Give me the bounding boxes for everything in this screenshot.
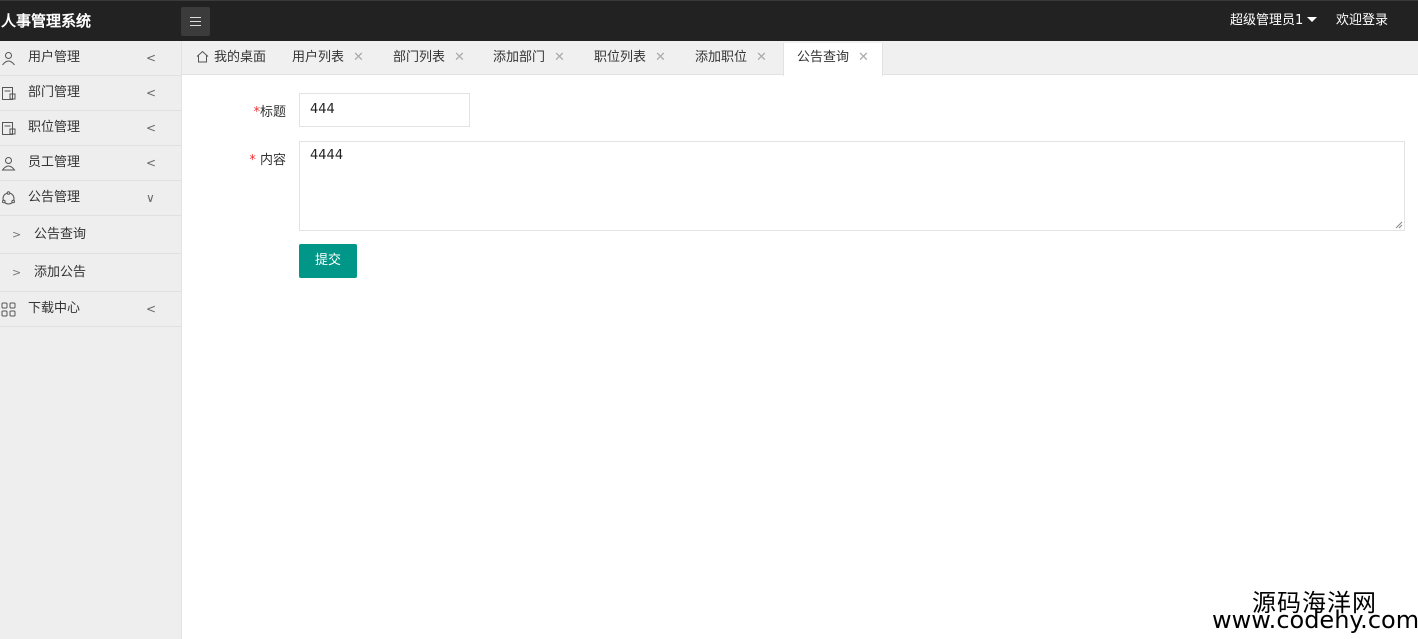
sidebar-subitem-add-notice[interactable]: > 添加公告 <box>0 254 181 292</box>
content-label-text: 内容 <box>259 153 286 168</box>
content-label: * 内容 <box>196 149 286 168</box>
chevron-left-icon: < <box>146 302 157 316</box>
tab-add-department[interactable]: 添加部门 ✕ <box>493 43 565 75</box>
close-icon[interactable]: ✕ <box>655 50 666 65</box>
sidebar-item-positions[interactable]: 职位管理 < <box>0 111 181 146</box>
tab-label: 公告查询 <box>797 50 850 65</box>
chevron-right-icon: > <box>12 228 22 241</box>
tab-add-position[interactable]: 添加职位 ✕ <box>695 43 767 75</box>
tab-desktop[interactable]: 我的桌面 <box>196 43 266 75</box>
submit-button[interactable]: 提交 <box>299 244 357 278</box>
close-icon[interactable]: ✕ <box>756 50 767 65</box>
sidebar-item-label: 职位管理 <box>28 120 81 135</box>
app-title: 人事管理系统 <box>1 12 92 30</box>
sidebar-item-downloads[interactable]: 下载中心 < <box>0 292 181 327</box>
title-label-text: 标题 <box>259 105 286 120</box>
sidebar-item-employees[interactable]: 员工管理 < <box>0 146 181 181</box>
chevron-left-icon: < <box>146 51 157 65</box>
close-icon[interactable]: ✕ <box>454 50 465 65</box>
close-icon[interactable]: ✕ <box>353 50 364 65</box>
user-icon <box>2 52 15 66</box>
sidebar-subitem-label: 公告查询 <box>34 227 87 242</box>
sidebar-item-label: 部门管理 <box>28 85 81 100</box>
sidebar: 用户管理 < 部门管理 < 职位管理 < 员工管理 < 公告管理 ∨ > 公告查… <box>0 41 182 639</box>
welcome-link[interactable]: 欢迎登录 <box>1336 1 1388 42</box>
tab-bar: 我的桌面 用户列表 ✕ 部门列表 ✕ 添加部门 ✕ 职位列表 ✕ 添加职位 ✕ 公告查询 ✕ <box>182 41 1418 76</box>
close-icon[interactable]: ✕ <box>554 50 565 65</box>
content-textarea[interactable]: 4444 <box>299 141 1405 231</box>
content-value: 4444 <box>310 148 344 163</box>
sidebar-item-label: 公告管理 <box>28 190 81 205</box>
user-menu[interactable]: 超级管理员1 <box>1230 1 1318 42</box>
user-name: 超级管理员1 <box>1230 13 1304 28</box>
tab-label: 我的桌面 <box>214 50 267 65</box>
chevron-down-icon: ∨ <box>146 191 155 205</box>
chevron-right-icon: > <box>12 266 22 279</box>
home-icon <box>196 50 209 63</box>
caret-down-icon <box>1307 17 1318 22</box>
sidebar-item-notices[interactable]: 公告管理 ∨ <box>0 181 181 216</box>
menu-toggle-button[interactable] <box>181 7 210 36</box>
employee-icon <box>1 157 16 171</box>
tab-label: 添加部门 <box>493 50 546 65</box>
title-input[interactable]: 444 <box>299 93 470 127</box>
sidebar-item-departments[interactable]: 部门管理 < <box>0 76 181 111</box>
chevron-left-icon: < <box>146 156 157 170</box>
notice-icon <box>2 191 15 205</box>
resize-grip-icon[interactable] <box>1395 221 1403 229</box>
grid-icon <box>1 302 16 317</box>
tab-position-list[interactable]: 职位列表 ✕ <box>594 43 666 75</box>
position-icon <box>2 122 16 135</box>
watermark-url: www.codehy.com <box>1212 606 1418 634</box>
tab-label: 用户列表 <box>292 50 345 65</box>
sidebar-item-label: 用户管理 <box>28 50 81 65</box>
tab-label: 添加职位 <box>695 50 748 65</box>
tab-label: 职位列表 <box>594 50 647 65</box>
chevron-left-icon: < <box>146 121 157 135</box>
tab-user-list[interactable]: 用户列表 ✕ <box>292 43 364 75</box>
sidebar-item-label: 员工管理 <box>28 155 81 170</box>
sidebar-subitem-notice-query[interactable]: > 公告查询 <box>0 216 181 254</box>
tab-label: 部门列表 <box>393 50 446 65</box>
tab-notice-query[interactable]: 公告查询 ✕ <box>783 43 883 76</box>
sidebar-item-users[interactable]: 用户管理 < <box>0 41 181 76</box>
chevron-left-icon: < <box>146 86 157 100</box>
close-icon[interactable]: ✕ <box>858 50 869 65</box>
sidebar-subitem-label: 添加公告 <box>34 265 87 280</box>
top-header: 人事管理系统 超级管理员1 欢迎登录 <box>0 0 1418 41</box>
tab-department-list[interactable]: 部门列表 ✕ <box>393 43 465 75</box>
sidebar-item-label: 下载中心 <box>28 301 81 316</box>
title-label: *标题 <box>196 101 286 120</box>
required-marker: * <box>249 153 260 168</box>
org-icon <box>2 87 16 100</box>
notice-submenu: > 公告查询 > 添加公告 <box>0 216 181 292</box>
